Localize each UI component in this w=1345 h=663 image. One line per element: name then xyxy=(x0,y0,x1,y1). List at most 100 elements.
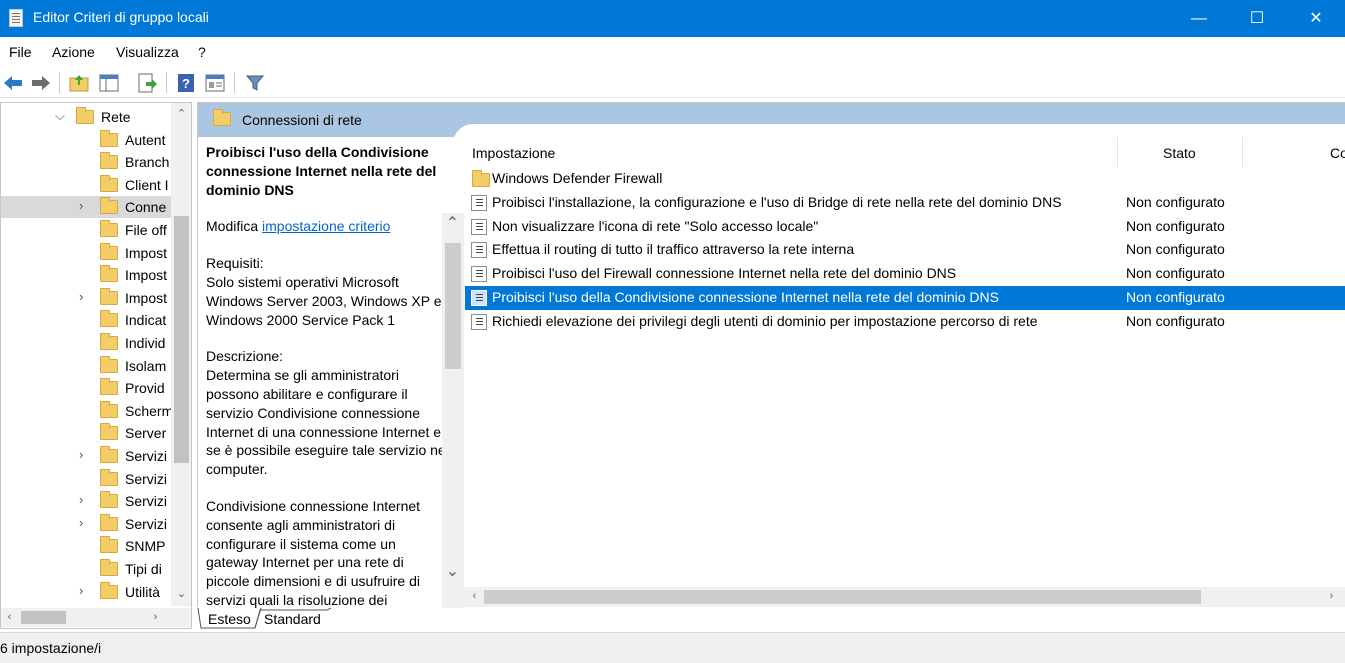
svg-text:?: ? xyxy=(182,76,190,91)
column-header-stato[interactable]: Stato xyxy=(1163,145,1196,161)
scroll-down-arrow-icon[interactable]: ⌄ xyxy=(444,561,461,581)
edit-policy-line: Modifica impostazione criterio xyxy=(206,217,450,236)
help-icon[interactable]: ? xyxy=(175,72,197,94)
description-scroll-thumb[interactable] xyxy=(445,243,461,369)
column-header-impostazione[interactable]: Impostazione xyxy=(472,145,555,161)
tree-item[interactable]: Individ xyxy=(1,332,171,354)
scroll-down-arrow-icon[interactable]: ⌄ xyxy=(173,587,190,600)
list-row[interactable]: Non visualizzare l'icona di rete "Solo a… xyxy=(465,215,1345,239)
window-title: Editor Criteri di gruppo locali xyxy=(33,9,209,25)
column-divider xyxy=(1117,137,1118,167)
tree-item-label: Autent xyxy=(125,131,166,148)
expand-chevron-icon[interactable]: › xyxy=(79,515,83,530)
column-header-commento[interactable]: Co xyxy=(1330,145,1345,161)
list-row[interactable]: Windows Defender Firewall xyxy=(465,167,1345,191)
expand-chevron-icon[interactable]: › xyxy=(79,289,83,304)
tree-item[interactable]: SNMP xyxy=(1,535,171,557)
list-row[interactable]: Richiedi elevazione dei privilegi degli … xyxy=(465,310,1345,334)
close-button[interactable]: ✕ xyxy=(1287,0,1345,37)
tree-item-label: Impost xyxy=(125,244,168,261)
tree-item[interactable]: Indicat xyxy=(1,309,171,331)
expand-chevron-icon[interactable]: › xyxy=(79,198,83,213)
tree-item[interactable]: Autent xyxy=(1,129,171,151)
menu-file[interactable]: File xyxy=(9,44,32,60)
tab-esteso[interactable]: Esteso xyxy=(202,609,257,629)
tree-horizontal-scrollbar[interactable]: ‹ › xyxy=(1,608,191,627)
policy-setting-icon xyxy=(471,290,487,306)
list-row[interactable]: Proibisci l'uso del Firewall connessione… xyxy=(465,262,1345,286)
tree-item[interactable]: File off xyxy=(1,219,171,241)
list-row[interactable]: Effettua il routing di tutto il traffico… xyxy=(465,238,1345,262)
tree-vertical-scrollbar[interactable]: ⌃ ⌄ xyxy=(171,103,191,606)
tree-item[interactable]: Tipi di xyxy=(1,558,171,580)
list-row[interactable]: Proibisci l'uso della Condivisione conne… xyxy=(465,286,1345,310)
setting-state: Non configurato xyxy=(1126,217,1225,234)
edit-policy-link[interactable]: impostazione criterio xyxy=(262,218,390,234)
tree-item[interactable]: › Servizi xyxy=(1,445,171,467)
tree-item[interactable]: › Impost xyxy=(1,287,171,309)
setting-name: Windows Defender Firewall xyxy=(492,170,663,186)
description-scrollbar[interactable]: ⌃ ⌄ xyxy=(442,213,464,608)
folder-icon xyxy=(100,446,118,463)
setting-state: Non configurato xyxy=(1126,312,1225,329)
tree-item[interactable]: Impost xyxy=(1,242,171,264)
tree-item-label: Servizi xyxy=(125,470,168,487)
title-bar: Editor Criteri di gruppo locali — ☐ ✕ xyxy=(0,0,1345,37)
tree-item[interactable]: Impost xyxy=(1,264,171,286)
tree-item[interactable]: Server xyxy=(1,422,171,444)
toolbar: ? xyxy=(0,67,1345,98)
list-row[interactable]: Proibisci l'installazione, la configuraz… xyxy=(465,191,1345,215)
tree-item[interactable]: Provid xyxy=(1,377,171,399)
folder-icon xyxy=(471,170,490,187)
forward-icon[interactable] xyxy=(30,72,52,94)
tree-item-label: Provid xyxy=(125,380,165,397)
menu-azione[interactable]: Azione xyxy=(52,44,95,60)
tree-item[interactable]: › Servizi xyxy=(1,513,171,535)
edit-prefix: Modifica xyxy=(206,218,263,235)
tree-scroll-thumb[interactable] xyxy=(174,216,189,463)
tree-item[interactable]: › Conne xyxy=(1,196,171,219)
folder-icon xyxy=(100,400,118,418)
folder-icon xyxy=(100,220,118,237)
tree-item[interactable]: › Utilità xyxy=(1,581,171,603)
expand-chevron-icon[interactable]: › xyxy=(79,583,83,598)
tree-item-label: Impost xyxy=(125,289,168,306)
menu-visualizza[interactable]: Visualizza xyxy=(116,44,179,60)
status-text: 6 impostazione/i xyxy=(0,640,102,656)
show-hide-tree-icon[interactable] xyxy=(98,72,120,94)
list-horizontal-scrollbar[interactable]: ‹ › xyxy=(464,587,1345,607)
properties-icon[interactable] xyxy=(204,72,226,94)
tree-item[interactable]: › Servizi xyxy=(1,490,171,512)
tree-hscroll-thumb[interactable] xyxy=(21,611,66,624)
tree-item[interactable]: Client I xyxy=(1,174,171,196)
tree-item[interactable]: Isolam xyxy=(1,355,171,377)
back-icon[interactable] xyxy=(2,72,24,94)
details-pane: Connessioni di rete Proibisci l'uso dell… xyxy=(197,102,1345,608)
folder-icon xyxy=(100,129,118,147)
filter-icon[interactable] xyxy=(244,72,266,94)
tree-item[interactable]: Servizi xyxy=(1,468,171,490)
scroll-right-arrow-icon[interactable]: › xyxy=(1323,590,1340,602)
maximize-button[interactable]: ☐ xyxy=(1228,0,1286,37)
scroll-left-arrow-icon[interactable]: ‹ xyxy=(466,590,483,602)
setting-name: Richiedi elevazione dei privilegi degli … xyxy=(492,312,1038,329)
list-hscroll-thumb[interactable] xyxy=(484,590,1201,604)
tree-item-label: Isolam xyxy=(125,357,167,374)
export-list-icon[interactable] xyxy=(136,72,158,94)
tree-item[interactable]: Branch xyxy=(1,151,171,173)
tree-item[interactable]: ⌵ Rete xyxy=(1,106,171,128)
tree-item[interactable]: Scherm xyxy=(1,400,173,422)
folder-title: Connessioni di rete xyxy=(242,112,362,128)
scroll-right-arrow-icon[interactable]: › xyxy=(147,611,164,623)
scroll-left-arrow-icon[interactable]: ‹ xyxy=(1,611,18,623)
expand-chevron-icon[interactable]: › xyxy=(79,447,83,462)
scroll-up-arrow-icon[interactable]: ⌃ xyxy=(444,213,461,233)
expand-chevron-icon[interactable]: › xyxy=(79,492,83,507)
menu-help[interactable]: ? xyxy=(198,44,206,60)
up-folder-icon[interactable] xyxy=(68,72,90,94)
tab-standard[interactable]: Standard xyxy=(258,609,327,629)
policy-setting-icon xyxy=(471,313,487,330)
expand-chevron-icon[interactable]: ⌵ xyxy=(55,108,65,124)
minimize-button[interactable]: — xyxy=(1170,0,1228,37)
scroll-up-arrow-icon[interactable]: ⌃ xyxy=(173,107,190,120)
